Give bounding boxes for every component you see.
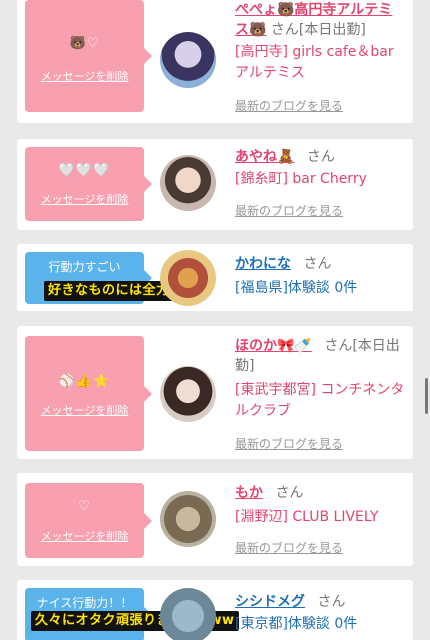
profile-info: ほのか🎀🍼 さん[本日出勤] [東武宇都宮] コンチネンタルクラブ [235,336,405,422]
message-card: ♡ メッセージを削除 もか さん [淵野辺] CLUB LIVELY 最新のブロ… [17,473,413,566]
san-label: さん [306,149,335,165]
avatar[interactable] [160,250,216,306]
name-line: かわにな さん [235,254,405,274]
san-label: さん [317,594,346,610]
delete-message-link[interactable]: メッセージを削除 [25,528,144,544]
shop-label: [福島県]体験談 0件 [235,280,358,296]
name-line: ぺぺょ🐻高円寺アルテミス🐻 さん[本日出勤] [235,0,405,40]
avatar[interactable] [160,155,216,211]
badge-title: ナイス行動力！！ [36,596,133,610]
avatar[interactable] [160,588,216,640]
profile-name-link[interactable]: かわにな [235,256,291,272]
message-box: 🐻♡ メッセージを削除 [25,0,152,112]
profile-info: かわにな さん [福島県]体験談 0件 [235,254,405,299]
san-label: さん [275,485,304,501]
shop-label: [高円寺] girls cafe＆bar アルテミス [235,44,394,81]
latest-blog-link[interactable]: 最新のブログを見る [235,202,343,219]
message-emoji: 🐻♡ [69,36,100,51]
san-label: さん [303,256,332,272]
profile-info: もか さん [淵野辺] CLUB LIVELY [235,483,405,528]
name-line: ほのか🎀🍼 さん[本日出勤] [235,336,405,376]
profile-info: あやね🧸 さん [錦糸町] bar Cherry [235,147,405,190]
shop-label: [東武宇都宮] コンチネンタルクラブ [235,382,405,419]
name-line: シシドメグ さん [235,592,405,612]
profile-info: シシドメグ さん [東京都]体験談 0件 [235,592,405,635]
shop-label: [東京都]体験談 0件 [235,616,358,632]
avatar[interactable] [160,366,216,422]
message-emoji: 🤍🤍🤍 [58,163,111,178]
profile-info: ぺぺょ🐻高円寺アルテミス🐻 さん[本日出勤] [高円寺] girls cafe＆… [235,0,405,84]
message-card: 行動力すごい 好きなものには全力 かわにな さん [福島県]体験談 0件 [17,244,413,311]
status-label: [本日出勤] [298,22,366,38]
latest-blog-link[interactable]: 最新のブログを見る [235,539,343,556]
profile-name-link[interactable]: もか [235,485,263,501]
message-card: 🤍🤍🤍 メッセージを削除 あやね🧸 さん [錦糸町] bar Cherry 最新… [17,139,413,230]
delete-message-link[interactable]: メッセージを削除 [25,402,144,418]
message-card: ⚾👍⭐ メッセージを削除 ほのか🎀🍼 さん[本日出勤] [東武宇都宮] コンチネ… [17,326,413,459]
name-line: もか さん [235,483,405,503]
ticker-banner: 好きなものには全力 [44,281,174,301]
san-label: さん [324,338,353,354]
san-label: さん [270,22,299,38]
shop-label: [淵野辺] CLUB LIVELY [235,509,379,525]
avatar[interactable] [160,491,216,547]
latest-blog-link[interactable]: 最新のブログを見る [235,97,343,114]
message-box: 🤍🤍🤍 メッセージを削除 [25,147,152,221]
latest-blog-link[interactable]: 最新のブログを見る [235,435,343,452]
delete-message-link[interactable]: メッセージを削除 [25,68,144,84]
message-emoji: ⚾👍⭐ [58,374,111,389]
message-box: ⚾👍⭐ メッセージを削除 [25,336,152,451]
delete-message-link[interactable]: メッセージを削除 [25,191,144,207]
badge-title: 行動力すごい [48,260,121,274]
name-line: あやね🧸 さん [235,147,405,167]
message-card: 🐻♡ メッセージを削除 ぺぺょ🐻高円寺アルテミス🐻 さん[本日出勤] [高円寺]… [17,0,413,123]
profile-name-link[interactable]: ほのか🎀🍼 [235,338,312,354]
message-box: ♡ メッセージを削除 [25,483,152,558]
message-emoji: ♡ [78,499,91,514]
profile-name-link[interactable]: あやね🧸 [235,149,294,165]
avatar[interactable] [160,32,216,88]
shop-label: [錦糸町] bar Cherry [235,171,367,187]
profile-name-link[interactable]: シシドメグ [235,594,305,610]
message-card: ナイス行動力！！ 久々にオタク頑張りましたwww シシドメグ さん [東京都]体… [17,580,413,640]
scrollbar[interactable] [425,378,428,414]
